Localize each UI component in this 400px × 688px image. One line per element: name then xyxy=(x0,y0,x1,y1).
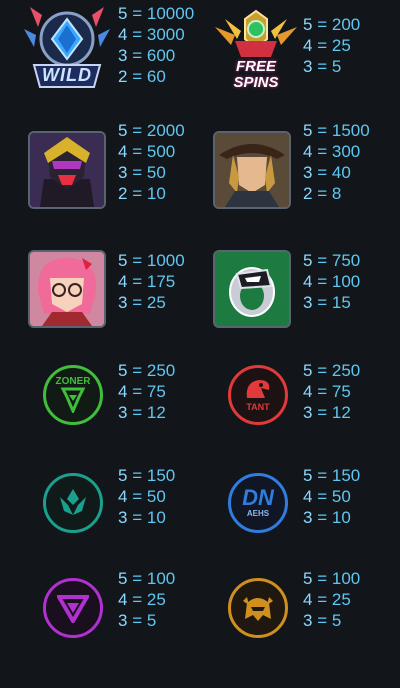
pay-row: 3 = 25 xyxy=(118,293,166,312)
pay-list: 5 = 200 4 = 25 3 = 5 xyxy=(303,14,360,77)
pay-row: 5 = 2000 xyxy=(118,121,185,140)
dragon-ring-icon xyxy=(213,250,291,328)
symbol-pink-hair-girl: 5 = 1000 4 = 175 3 = 25 xyxy=(0,250,200,370)
pay-row: 3 = 10 xyxy=(303,508,351,527)
pay-row: 4 = 75 xyxy=(303,382,351,401)
cowboy-hero-portrait-icon xyxy=(213,131,291,209)
symbol-zoner: ZONER 5 = 250 4 = 75 3 = 12 xyxy=(0,360,200,480)
pay-row: 5 = 250 xyxy=(303,361,361,380)
pay-row: 5 = 750 xyxy=(303,251,361,270)
pay-row: 3 = 5 xyxy=(303,57,342,76)
pay-row: 4 = 500 xyxy=(118,142,176,161)
pay-row: 3 = 40 xyxy=(303,163,351,182)
symbol-dragon-ring: 5 = 750 4 = 100 3 = 15 xyxy=(185,250,385,370)
pay-row: 5 = 1500 xyxy=(303,121,370,140)
symbol-v-emblem: 5 = 100 4 = 25 3 = 5 xyxy=(0,568,200,688)
masked-hero-portrait-icon xyxy=(28,131,106,209)
pay-row: 2 = 60 xyxy=(118,67,166,86)
pay-list: 5 = 10000 4 = 3000 3 = 600 2 = 60 xyxy=(118,3,194,87)
pay-row: 5 = 1000 xyxy=(118,251,185,270)
symbol-aehs: DN AEHS 5 = 150 4 = 50 3 = 10 xyxy=(185,465,385,585)
pay-row: 4 = 3000 xyxy=(118,25,185,44)
pay-row: 5 = 250 xyxy=(118,361,176,380)
pay-list: 5 = 100 4 = 25 3 = 5 xyxy=(118,568,175,631)
pay-row: 4 = 100 xyxy=(303,272,361,291)
pay-list: 5 = 2000 4 = 500 3 = 50 2 = 10 xyxy=(118,120,185,204)
v-emblem-team-logo-icon xyxy=(43,578,103,638)
pay-row: 4 = 25 xyxy=(303,36,351,55)
pay-list: 5 = 250 4 = 75 3 = 12 xyxy=(303,360,360,423)
pay-list: 5 = 150 4 = 50 3 = 10 xyxy=(118,465,175,528)
aehs-team-logo-icon: DN AEHS xyxy=(228,473,288,533)
symbol-helmet: 5 = 100 4 = 25 3 = 5 xyxy=(185,568,385,688)
symbol-tant: TANT 5 = 250 4 = 75 3 = 12 xyxy=(185,360,385,480)
wild-logo-icon: WILD xyxy=(22,5,112,95)
pay-row: 3 = 10 xyxy=(118,508,166,527)
pay-row: 5 = 10000 xyxy=(118,4,195,23)
pay-row: 3 = 12 xyxy=(303,403,351,422)
wild-label: WILD xyxy=(42,65,92,85)
zoner-team-logo-icon: ZONER xyxy=(43,365,103,425)
aehs-mark: DN xyxy=(242,485,274,510)
pay-row: 4 = 175 xyxy=(118,272,176,291)
pay-row: 5 = 200 xyxy=(303,15,361,34)
pay-row: 2 = 10 xyxy=(118,184,166,203)
zoner-label: ZONER xyxy=(55,376,91,387)
pay-row: 4 = 50 xyxy=(303,487,351,506)
pay-row: 5 = 150 xyxy=(118,466,176,485)
pay-row: 5 = 100 xyxy=(303,569,361,588)
pay-row: 4 = 75 xyxy=(118,382,166,401)
symbol-crest: 5 = 150 4 = 50 3 = 10 xyxy=(0,465,200,585)
pay-list: 5 = 100 4 = 25 3 = 5 xyxy=(303,568,360,631)
pay-row: 4 = 25 xyxy=(118,590,166,609)
tant-team-logo-icon: TANT xyxy=(228,365,288,425)
symbol-masked-hero: 5 = 2000 4 = 500 3 = 50 2 = 10 xyxy=(0,120,200,240)
tant-label: TANT xyxy=(246,402,270,412)
pay-row: 5 = 150 xyxy=(303,466,361,485)
pay-row: 3 = 15 xyxy=(303,293,351,312)
free-spins-label: FREE SPINS xyxy=(233,58,279,91)
aehs-label: AEHS xyxy=(246,509,270,518)
pay-list: 5 = 1000 4 = 175 3 = 25 xyxy=(118,250,185,313)
pay-row: 3 = 12 xyxy=(118,403,166,422)
pay-row: 3 = 5 xyxy=(118,611,157,630)
pay-row: 4 = 300 xyxy=(303,142,361,161)
helmet-team-logo-icon xyxy=(228,578,288,638)
symbol-wild: WILD 5 = 10000 4 = 3000 3 = 600 2 = 60 xyxy=(0,3,200,123)
pay-row: 4 = 25 xyxy=(303,590,351,609)
pay-row: 3 = 5 xyxy=(303,611,342,630)
pay-row: 3 = 600 xyxy=(118,46,176,65)
pink-hair-girl-portrait-icon xyxy=(28,250,106,328)
pay-list: 5 = 750 4 = 100 3 = 15 xyxy=(303,250,360,313)
free-spins-logo-icon: FREE SPINS xyxy=(211,5,301,97)
pay-row: 5 = 100 xyxy=(118,569,176,588)
symbol-free-spins: FREE SPINS 5 = 200 4 = 25 3 = 5 xyxy=(185,3,385,123)
symbol-cowboy-hero: 5 = 1500 4 = 300 3 = 40 2 = 8 xyxy=(185,120,385,240)
pay-row: 2 = 8 xyxy=(303,184,342,203)
crest-team-logo-icon xyxy=(43,473,103,533)
pay-row: 3 = 50 xyxy=(118,163,166,182)
pay-list: 5 = 1500 4 = 300 3 = 40 2 = 8 xyxy=(303,120,370,204)
pay-list: 5 = 250 4 = 75 3 = 12 xyxy=(118,360,175,423)
pay-row: 4 = 50 xyxy=(118,487,166,506)
pay-list: 5 = 150 4 = 50 3 = 10 xyxy=(303,465,360,528)
